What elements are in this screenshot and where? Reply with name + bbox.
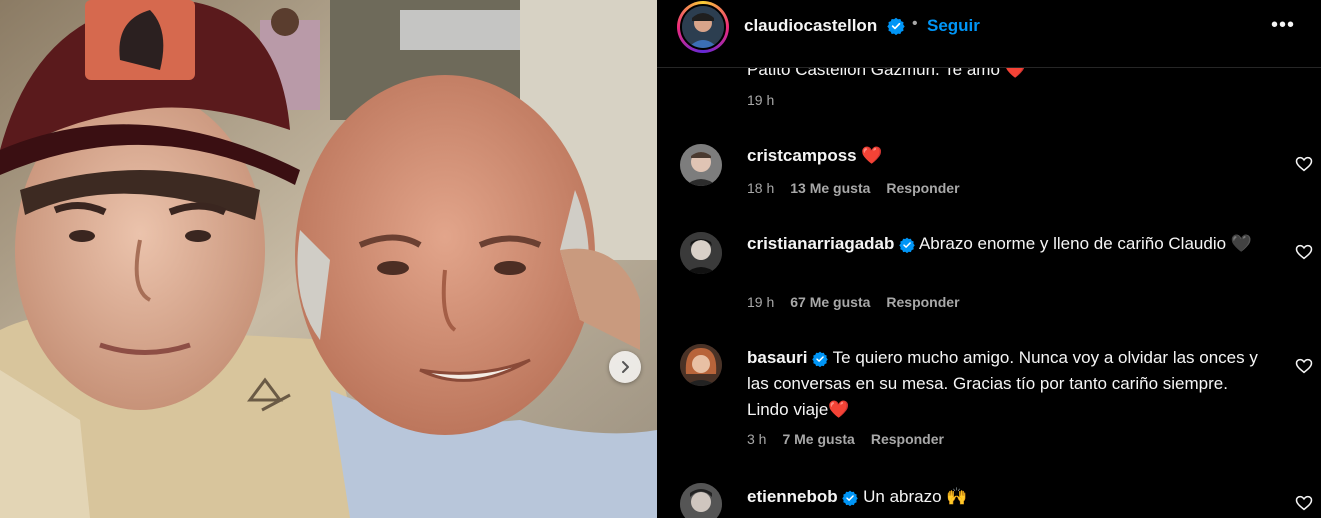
avatar-image	[680, 144, 722, 186]
verified-badge-icon	[887, 17, 905, 35]
comment-body: cristianarriagadab Abrazo enorme y lleno…	[747, 231, 1267, 257]
commenter-avatar[interactable]	[680, 144, 722, 186]
comment-meta: 3 h 7 Me gusta Responder	[747, 431, 960, 447]
comment-time[interactable]: 19 h	[747, 294, 774, 310]
comment-text: Abrazo enorme y lleno de cariño Claudio	[918, 234, 1227, 253]
comment-time[interactable]: 18 h	[747, 180, 774, 196]
reply-button[interactable]: Responder	[886, 180, 959, 196]
comment-emoji: ❤️	[828, 400, 850, 419]
avatar-image	[680, 344, 722, 386]
photo-scene	[0, 0, 657, 518]
next-photo-button[interactable]	[609, 351, 641, 383]
comments-panel: Patito Castellón Gazmuri. Te amo ❤️ 19 h…	[657, 0, 1321, 518]
commenter-avatar[interactable]	[680, 344, 722, 386]
separator-dot: •	[912, 15, 918, 32]
comment-username[interactable]: basauri	[747, 348, 807, 367]
comment-username[interactable]: cristianarriagadab	[747, 234, 894, 253]
partial-comment-time: 19 h	[747, 92, 775, 108]
heart-outline-icon[interactable]	[1295, 243, 1313, 261]
verified-badge-icon	[812, 351, 828, 367]
comment-emoji: 🙌	[946, 487, 968, 506]
comment-time[interactable]: 3 h	[747, 431, 766, 447]
heart-outline-icon[interactable]	[1295, 494, 1313, 512]
comment-body: basauri Te quiero mucho amigo. Nunca voy…	[747, 345, 1267, 423]
commenter-avatar[interactable]	[680, 232, 722, 274]
avatar-image	[680, 232, 722, 274]
comment-body: etiennebob Un abrazo 🙌	[747, 484, 1267, 510]
verified-badge-icon	[899, 237, 915, 253]
more-options-icon[interactable]: •••	[1271, 14, 1295, 37]
follow-button[interactable]: Seguir	[927, 16, 980, 36]
comment-meta: 18 h 13 Me gusta Responder	[747, 180, 976, 196]
comment-text: Un abrazo	[863, 487, 942, 506]
comment-likes[interactable]: 67 Me gusta	[790, 294, 870, 310]
comment-likes[interactable]: 13 Me gusta	[790, 180, 870, 196]
verified-badge-icon	[842, 490, 859, 506]
comment-username[interactable]: etiennebob	[747, 487, 838, 506]
avatar-image	[682, 6, 724, 48]
comment-username[interactable]: cristcamposs	[747, 146, 857, 165]
author-avatar[interactable]	[677, 1, 729, 53]
comment-emoji: ❤️	[861, 146, 883, 165]
comment-body: cristcamposs ❤️	[747, 143, 1267, 169]
post-photo[interactable]	[0, 0, 657, 518]
post-header: claudiocastellon • Seguir •••	[657, 0, 1321, 68]
reply-button[interactable]: Responder	[886, 294, 959, 310]
chevron-right-icon	[622, 361, 629, 373]
heart-outline-icon[interactable]	[1295, 357, 1313, 375]
comment-emoji: 🖤	[1230, 234, 1252, 253]
commenter-avatar[interactable]	[680, 483, 722, 518]
comment-likes[interactable]: 7 Me gusta	[782, 431, 854, 447]
heart-outline-icon[interactable]	[1295, 155, 1313, 173]
comment-meta: 19 h 67 Me gusta Responder	[747, 294, 976, 310]
author-username[interactable]: claudiocastellon	[744, 16, 877, 36]
avatar-image	[680, 483, 722, 518]
reply-button[interactable]: Responder	[871, 431, 944, 447]
